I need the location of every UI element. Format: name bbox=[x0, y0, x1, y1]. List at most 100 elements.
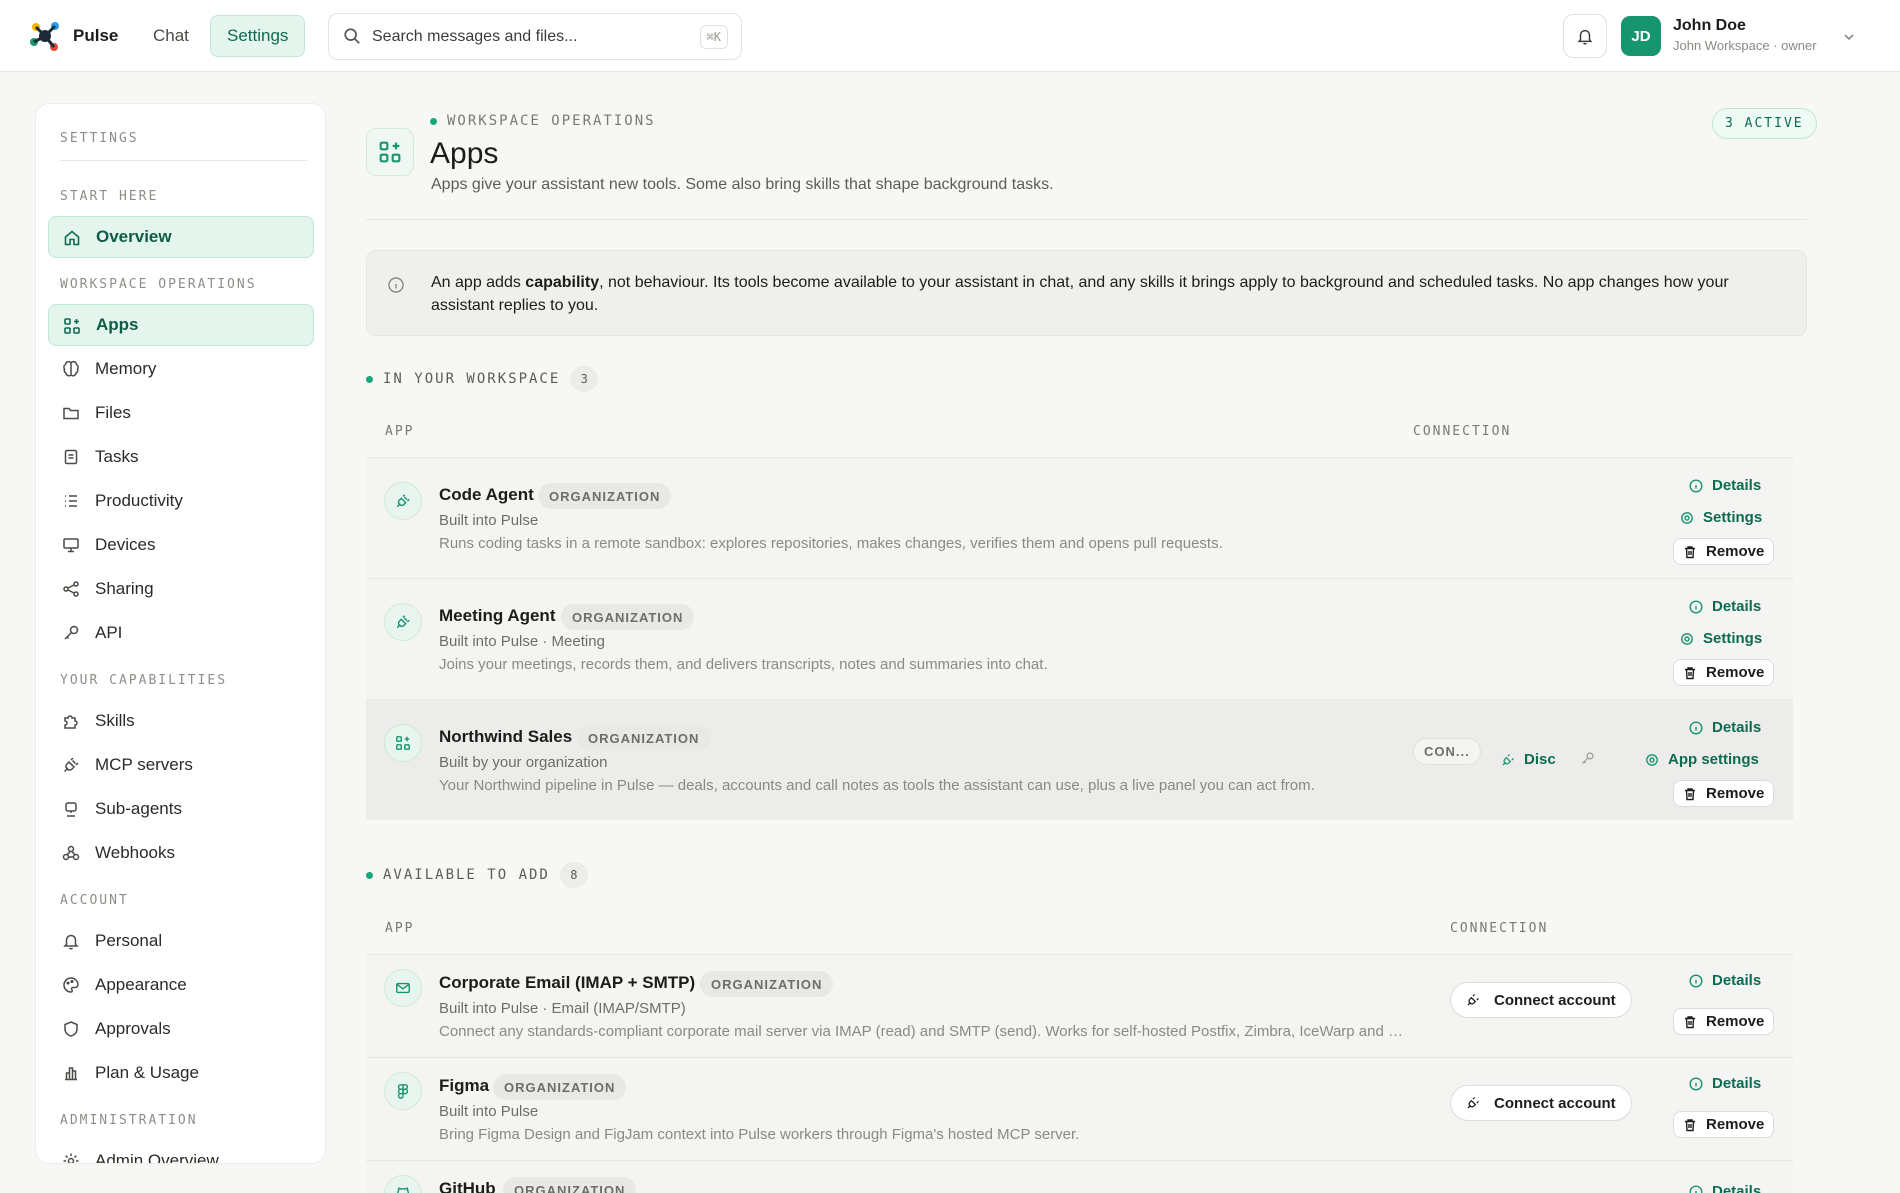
details-button[interactable]: Details bbox=[1689, 719, 1761, 736]
avatar[interactable]: JD bbox=[1621, 16, 1661, 56]
details-button[interactable]: Details bbox=[1689, 1075, 1761, 1092]
trash-icon bbox=[1685, 666, 1695, 679]
sidebar-section-account: ACCOUNT bbox=[60, 893, 129, 908]
app-settings-button[interactable]: App settings bbox=[1645, 751, 1759, 768]
app-description: Connect any standards-compliant corporat… bbox=[439, 1023, 1409, 1040]
webhook-icon bbox=[62, 844, 80, 862]
sidebar-item-memory[interactable]: Memory bbox=[48, 348, 314, 390]
sidebar-item-label: Devices bbox=[95, 535, 156, 554]
app-source: Built into Pulse bbox=[439, 1103, 539, 1120]
search-shortcut: ⌘K bbox=[699, 25, 728, 49]
connect-account-button[interactable]: Connect account bbox=[1450, 1085, 1632, 1121]
section-installed-header: IN YOUR WORKSPACE 3 bbox=[366, 366, 599, 392]
app-row-northwind-sales: Northwind Sales ORGANIZATION Built by yo… bbox=[366, 699, 1793, 820]
pulse-logo-icon[interactable] bbox=[28, 20, 62, 54]
app-row-code-agent: Code Agent ORGANIZATION Built into Pulse… bbox=[366, 457, 1793, 578]
sidebar-item-tasks[interactable]: Tasks bbox=[48, 436, 314, 478]
app-name[interactable]: Meeting Agent bbox=[439, 606, 555, 626]
sidebar-item-devices[interactable]: Devices bbox=[48, 524, 314, 566]
sidebar-item-label: Admin Overview bbox=[95, 1151, 219, 1164]
column-header-connection: CONNECTION bbox=[1413, 424, 1512, 439]
organization-badge: ORGANIZATION bbox=[561, 604, 695, 630]
notifications-button[interactable] bbox=[1563, 14, 1607, 58]
sidebar-section-start: START HERE bbox=[60, 189, 159, 204]
brand-name: Pulse bbox=[73, 26, 119, 45]
sidebar-item-api[interactable]: API bbox=[48, 612, 314, 654]
divider bbox=[60, 160, 307, 161]
bell-icon bbox=[62, 932, 80, 950]
app-name[interactable]: GitHub bbox=[439, 1179, 496, 1193]
status-dot bbox=[366, 375, 373, 383]
app-source: Built into Pulse · Meeting bbox=[439, 633, 605, 650]
nav-chat[interactable]: Chat bbox=[140, 16, 202, 56]
sidebar-item-sub-agents[interactable]: Sub-agents bbox=[48, 788, 314, 830]
clipboard-icon bbox=[62, 448, 80, 466]
chevron-down-icon[interactable] bbox=[1842, 30, 1856, 44]
sidebar-item-appearance[interactable]: Appearance bbox=[48, 964, 314, 1006]
sidebar-item-overview[interactable]: Overview bbox=[48, 216, 314, 258]
figma-icon bbox=[384, 1072, 422, 1110]
sidebar-item-personal[interactable]: Personal bbox=[48, 920, 314, 962]
sidebar-item-productivity[interactable]: Productivity bbox=[48, 480, 314, 522]
sidebar-item-label: Plan & Usage bbox=[95, 1063, 199, 1082]
sidebar-item-label: Apps bbox=[96, 315, 139, 334]
connection-status-badge: CON... bbox=[1413, 738, 1481, 765]
user-name[interactable]: John Doe bbox=[1673, 17, 1746, 35]
app-name[interactable]: Figma bbox=[439, 1076, 489, 1096]
remove-button[interactable]: Remove bbox=[1673, 1111, 1775, 1138]
sidebar-item-files[interactable]: Files bbox=[48, 392, 314, 434]
sidebar-item-plan-usage[interactable]: Plan & Usage bbox=[48, 1052, 314, 1094]
brain-icon bbox=[62, 360, 80, 378]
sidebar-item-apps[interactable]: Apps bbox=[48, 304, 314, 346]
nav-settings[interactable]: Settings bbox=[210, 15, 306, 57]
checklist-icon bbox=[62, 492, 80, 510]
remove-button[interactable]: Remove bbox=[1673, 780, 1775, 807]
sidebar-item-label: Overview bbox=[96, 227, 172, 246]
key-icon[interactable] bbox=[1580, 751, 1604, 766]
app-name[interactable]: Northwind Sales bbox=[439, 727, 572, 747]
plug-icon bbox=[1467, 1097, 1479, 1109]
search-icon bbox=[343, 27, 361, 45]
bar-chart-icon bbox=[62, 1064, 80, 1082]
sidebar-item-sharing[interactable]: Sharing bbox=[48, 568, 314, 610]
sidebar-item-webhooks[interactable]: Webhooks bbox=[48, 832, 314, 874]
details-button[interactable]: Details bbox=[1689, 972, 1761, 989]
sidebar-section-workspace: WORKSPACE OPERATIONS bbox=[60, 277, 257, 292]
folder-icon bbox=[62, 404, 80, 422]
sidebar-item-mcp-servers[interactable]: MCP servers bbox=[48, 744, 314, 786]
bell-icon bbox=[1576, 27, 1594, 45]
sidebar-section-capabilities: YOUR CAPABILITIES bbox=[60, 673, 228, 688]
app-name[interactable]: Code Agent bbox=[439, 485, 534, 505]
share-icon bbox=[62, 580, 80, 598]
trash-icon bbox=[1685, 545, 1695, 558]
details-button[interactable]: Details bbox=[1689, 477, 1761, 494]
details-button[interactable]: Details bbox=[1689, 598, 1761, 615]
count-badge: 8 bbox=[559, 862, 588, 888]
organization-badge: ORGANIZATION bbox=[700, 971, 834, 997]
sidebar-item-label: Approvals bbox=[95, 1019, 171, 1038]
sidebar-item-label: Sub-agents bbox=[95, 799, 182, 818]
robot-icon bbox=[62, 800, 80, 818]
info-banner: An app adds capability, not behaviour. I… bbox=[366, 250, 1807, 336]
sidebar-item-approvals[interactable]: Approvals bbox=[48, 1008, 314, 1050]
disconnect-button[interactable]: Disc bbox=[1501, 751, 1556, 768]
search-input[interactable]: Search messages and files... ⌘K bbox=[328, 13, 742, 60]
sidebar-item-skills[interactable]: Skills bbox=[48, 700, 314, 742]
settings-button[interactable]: Settings bbox=[1680, 630, 1762, 647]
apps-icon bbox=[384, 724, 422, 762]
remove-button[interactable]: Remove bbox=[1673, 659, 1775, 686]
active-count-badge: 3 ACTIVE bbox=[1712, 108, 1817, 139]
remove-button[interactable]: Remove bbox=[1673, 1008, 1775, 1035]
info-banner-text: An app adds capability, not behaviour. I… bbox=[431, 274, 1729, 314]
sidebar-item-admin-overview[interactable]: Admin Overview bbox=[48, 1140, 314, 1164]
remove-button[interactable]: Remove bbox=[1673, 538, 1775, 565]
settings-button[interactable]: Settings bbox=[1680, 509, 1762, 526]
connect-account-button[interactable]: Connect account bbox=[1450, 982, 1632, 1018]
app-name[interactable]: Corporate Email (IMAP + SMTP) bbox=[439, 973, 695, 993]
details-button[interactable]: Details bbox=[1689, 1183, 1761, 1193]
info-icon bbox=[1689, 720, 1703, 735]
sidebar-item-label: Webhooks bbox=[95, 843, 176, 862]
info-icon bbox=[387, 276, 405, 294]
organization-badge: ORGANIZATION bbox=[503, 1177, 637, 1193]
app-description: Your Northwind pipeline in Pulse — deals… bbox=[439, 777, 1315, 794]
